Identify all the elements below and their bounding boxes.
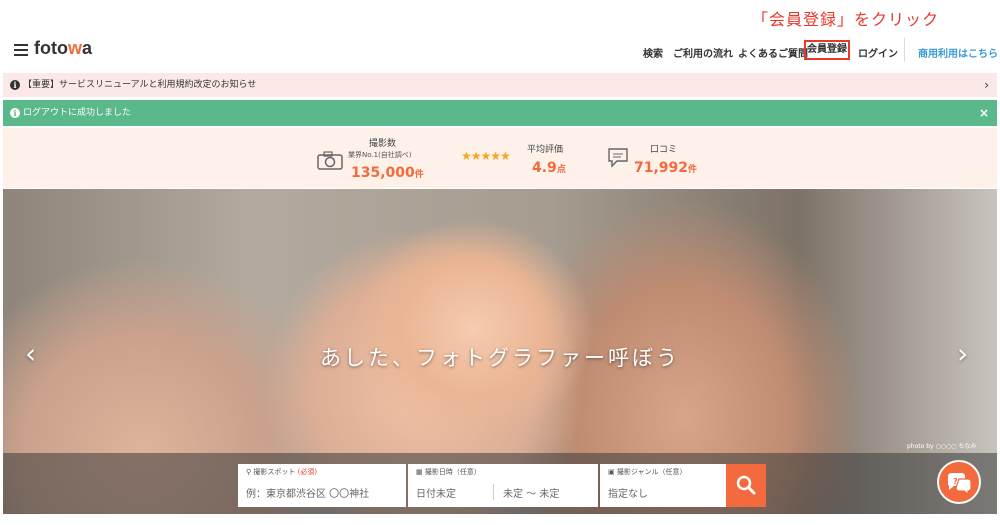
- date-divider: [493, 484, 494, 500]
- instruction-annotation: 「会員登録」をクリック: [752, 10, 940, 29]
- chevron-right-icon: ›: [984, 78, 989, 92]
- time-select[interactable]: 未定 ～ 未定: [503, 485, 559, 500]
- hero-caption: あした、フォトグラファー呼ぼう: [320, 346, 680, 370]
- nav-search-link[interactable]: 検索: [643, 45, 663, 60]
- rating-label: 平均評価: [527, 145, 564, 155]
- nav-business-link[interactable]: 商用利用はこちら: [918, 45, 998, 60]
- nav-login-link[interactable]: ログイン: [858, 45, 898, 60]
- notice-text: 【重要】サービスリニューアルと利用規約改定のお知らせ: [23, 80, 257, 90]
- fotowa-logo[interactable]: fotowa: [34, 38, 92, 59]
- stats-bar: 撮影数 業界No.1(自社調べ) 135,000件 ★★★★★ 平均評価 4.9…: [3, 128, 997, 188]
- success-message: ログアウトに成功しました: [23, 108, 132, 118]
- genre-field[interactable]: ▣ 撮影ジャンル（任意） 指定なし: [600, 464, 726, 507]
- search-bar: ⚲ 撮影スポット (必須) 例：東京都渋谷区 〇〇神社 ▦ 撮影日時（任意） 日…: [3, 453, 997, 514]
- date-select[interactable]: 日付未定: [416, 485, 456, 500]
- nav-divider: [904, 38, 905, 62]
- hamburger-menu-icon[interactable]: [14, 44, 28, 56]
- shoots-sub: 業界No.1(自社調べ): [348, 151, 412, 159]
- important-notice-banner[interactable]: i 【重要】サービスリニューアルと利用規約改定のお知らせ ›: [3, 73, 997, 97]
- nav-flow-link[interactable]: ご利用の流れ: [673, 45, 733, 60]
- date-label: ▦ 撮影日時（任意）: [416, 468, 481, 476]
- date-field[interactable]: ▦ 撮影日時（任意） 日付未定 未定 ～ 未定: [408, 464, 598, 507]
- close-icon[interactable]: ×: [979, 100, 989, 126]
- search-button[interactable]: [726, 464, 766, 507]
- search-icon: [736, 475, 756, 495]
- spot-input[interactable]: 例：東京都渋谷区 〇〇神社: [246, 485, 369, 500]
- reviews-label: 口コミ: [650, 145, 678, 155]
- carousel-prev-icon[interactable]: ‹: [25, 337, 36, 370]
- genre-select[interactable]: 指定なし: [608, 485, 648, 500]
- shoots-count: 135,000件: [351, 165, 424, 181]
- carousel-next-icon[interactable]: ›: [957, 337, 968, 370]
- nav-register-link[interactable]: 会員登録: [804, 40, 850, 60]
- chat-support-button[interactable]: ?: [937, 460, 981, 504]
- spot-field[interactable]: ⚲ 撮影スポット (必須) 例：東京都渋谷区 〇〇神社: [238, 464, 406, 507]
- spot-label: ⚲ 撮影スポット (必須): [246, 468, 318, 476]
- shoots-label: 撮影数: [369, 139, 397, 149]
- svg-text:?: ?: [953, 477, 958, 486]
- speech-bubble-icon: [608, 148, 628, 168]
- info-icon: i: [10, 108, 20, 118]
- rating-value: 4.9点: [532, 160, 566, 176]
- genre-label: ▣ 撮影ジャンル（任意）: [608, 468, 687, 476]
- camera-icon: [317, 151, 343, 170]
- chat-bubble-icon: ?: [947, 473, 972, 496]
- reviews-count: 71,992件: [634, 160, 698, 176]
- logout-success-banner: i ログアウトに成功しました ×: [3, 100, 997, 126]
- rating-stars: ★★★★★: [461, 149, 511, 163]
- photo-credit: photo by ○○○○ ちなみ: [907, 443, 977, 450]
- nav-faq-link[interactable]: よくあるご質問: [738, 45, 808, 60]
- info-icon: i: [10, 80, 20, 90]
